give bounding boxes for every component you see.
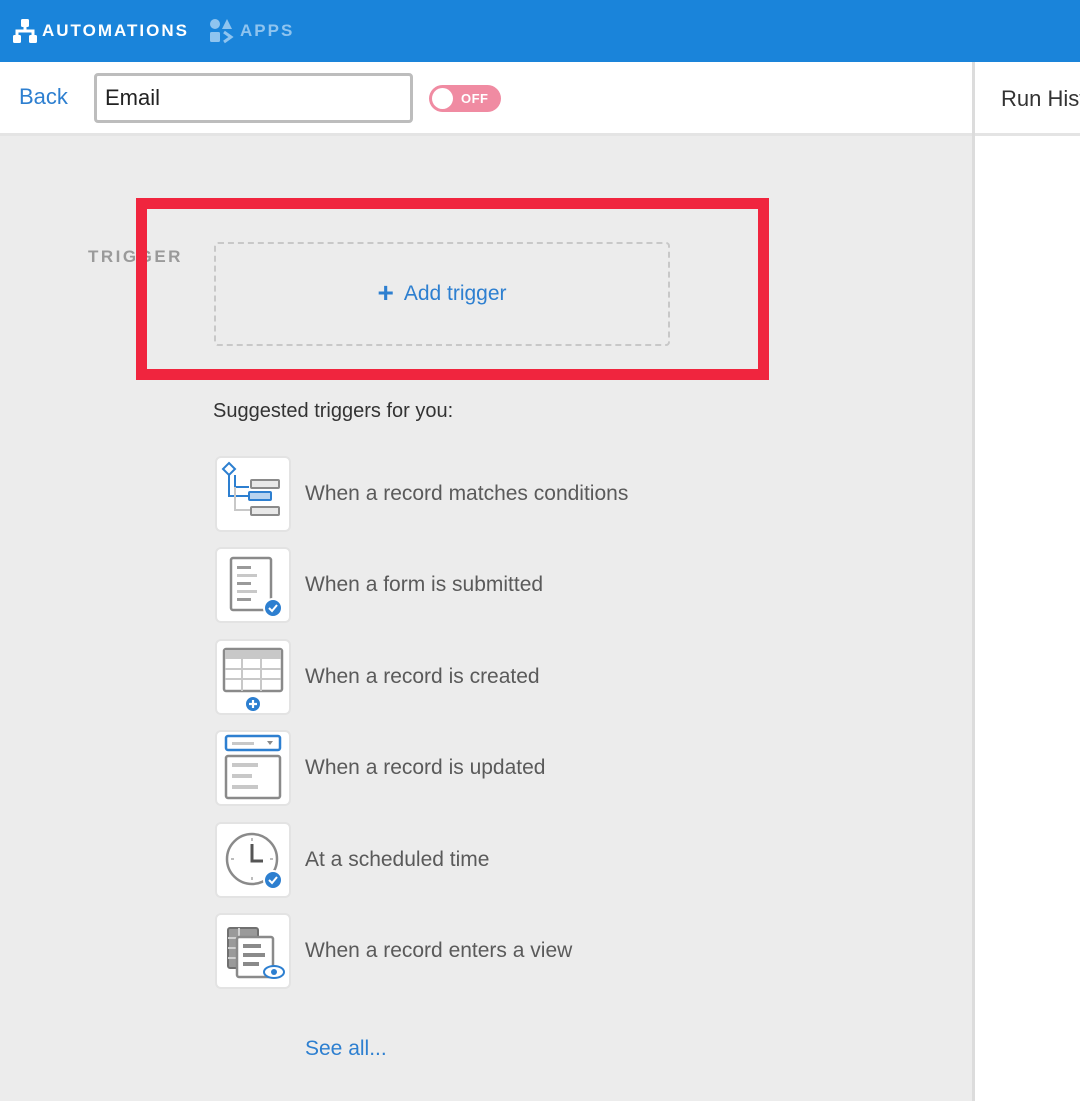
plus-icon: + xyxy=(377,277,394,308)
suggested-trigger-form-submitted[interactable]: When a form is submitted xyxy=(215,547,543,623)
suggested-trigger-record-created[interactable]: When a record is created xyxy=(215,639,540,715)
clock-scheduled-icon xyxy=(215,822,291,898)
suggested-trigger-record-matches-conditions[interactable]: When a record matches conditions xyxy=(215,456,628,532)
record-enters-view-icon xyxy=(215,913,291,989)
suggested-trigger-record-enters-view[interactable]: When a record enters a view xyxy=(215,913,572,989)
automation-on-off-toggle[interactable]: OFF xyxy=(429,85,501,112)
form-submitted-icon xyxy=(215,547,291,623)
suggested-trigger-label: When a form is submitted xyxy=(305,573,544,596)
nav-tab-automations-label: AUTOMATIONS xyxy=(42,21,189,40)
nav-tab-automations[interactable]: AUTOMATIONS xyxy=(0,0,189,62)
suggested-trigger-scheduled-time[interactable]: At a scheduled time xyxy=(215,822,489,898)
panel-divider xyxy=(972,62,975,1101)
toggle-knob xyxy=(432,88,453,109)
nav-tab-apps[interactable]: APPS xyxy=(189,0,294,62)
suggested-trigger-label: When a record enters a view xyxy=(305,939,573,962)
add-trigger-button[interactable]: + Add trigger xyxy=(214,242,670,346)
record-updated-icon xyxy=(215,730,291,806)
conditions-tree-icon xyxy=(215,456,291,532)
run-history-panel xyxy=(975,136,1080,1101)
run-history-tab[interactable]: Run Hist xyxy=(1001,86,1080,112)
suggested-trigger-label: When a record is created xyxy=(305,665,540,688)
suggested-trigger-label: When a record is updated xyxy=(305,756,546,779)
apps-icon xyxy=(209,19,234,44)
automations-icon xyxy=(13,19,37,43)
automation-header-bar: Back OFF Run Hist xyxy=(0,62,1080,136)
suggested-trigger-record-updated[interactable]: When a record is updated xyxy=(215,730,545,806)
toggle-state-label: OFF xyxy=(461,91,489,106)
see-all-triggers-link[interactable]: See all... xyxy=(305,1037,387,1061)
suggested-trigger-label: When a record matches conditions xyxy=(305,482,629,505)
suggested-triggers-heading: Suggested triggers for you: xyxy=(213,400,454,422)
suggested-trigger-label: At a scheduled time xyxy=(305,848,490,871)
trigger-section-label: TRIGGER xyxy=(88,247,183,266)
automation-name-input[interactable] xyxy=(94,73,413,123)
top-navigation-bar: AUTOMATIONS APPS xyxy=(0,0,1080,62)
back-link[interactable]: Back xyxy=(19,84,68,110)
record-created-icon xyxy=(215,639,291,715)
add-trigger-label: Add trigger xyxy=(403,282,507,305)
nav-tab-apps-label: APPS xyxy=(239,21,295,40)
